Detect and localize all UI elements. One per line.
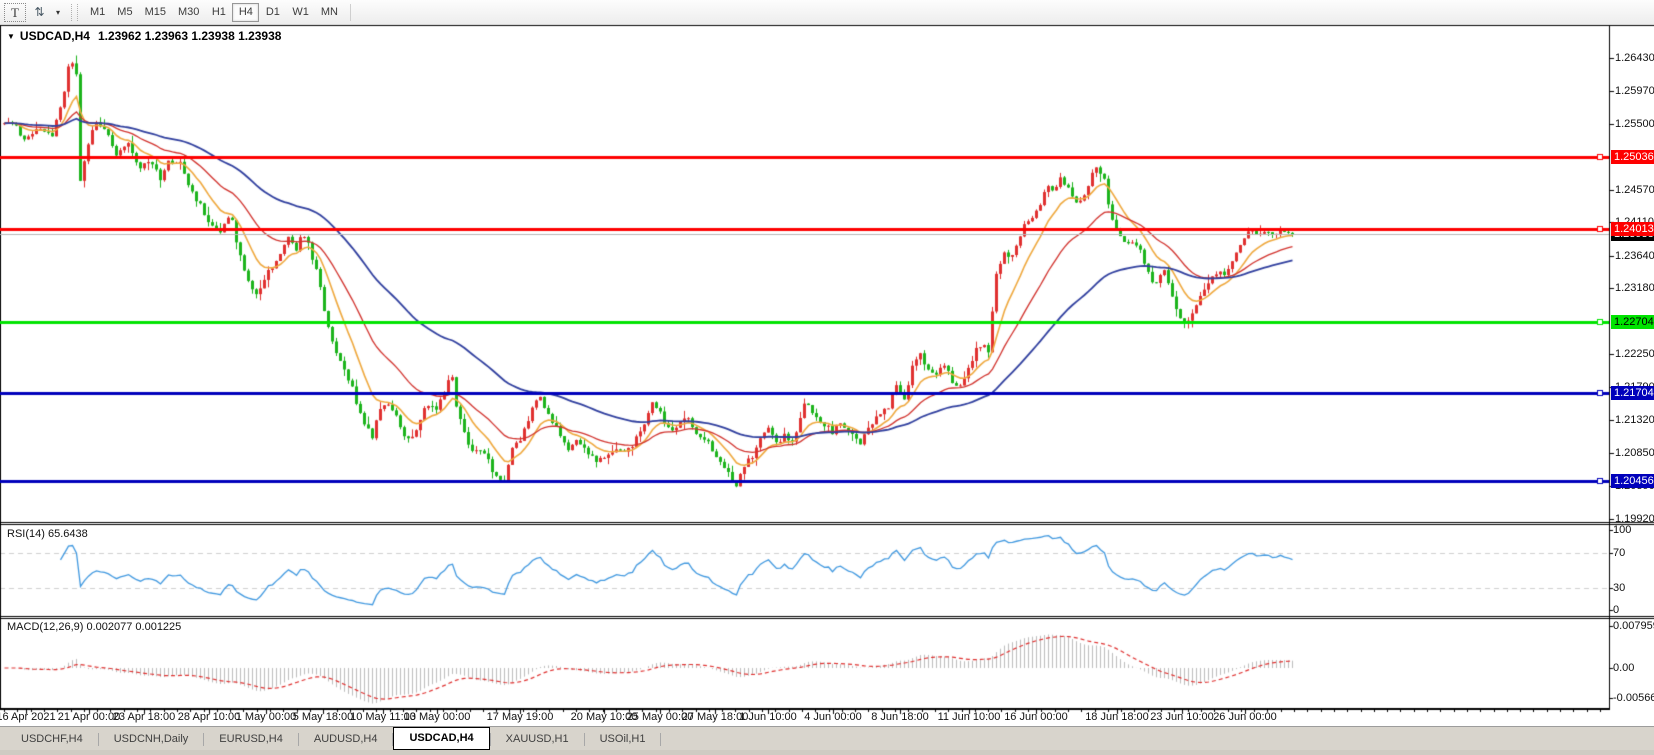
chart-title: ▼ USDCAD,H4 1.23962 1.23963 1.23938 1.2393… bbox=[7, 29, 281, 43]
price-tick-label: 1.25970 bbox=[1615, 85, 1654, 97]
hline-price-label: 1.22704 bbox=[1611, 315, 1654, 329]
price-tick-label: 1.24570 bbox=[1615, 184, 1654, 196]
rsi-tick-label: 30 bbox=[1613, 582, 1625, 594]
price-tick-label: 1.21320 bbox=[1615, 414, 1654, 426]
chart-ohlc-values: 1.23962 1.23963 1.23938 1.23938 bbox=[98, 29, 282, 43]
time-axis-label: 18 Jun 18:00 bbox=[1085, 711, 1149, 723]
tab-USDCAD-H4[interactable]: USDCAD,H4 bbox=[393, 727, 489, 750]
time-axis-label: 28 Apr 10:00 bbox=[178, 711, 240, 723]
toolbar-separator bbox=[350, 4, 351, 21]
timeframe-button-M5[interactable]: M5 bbox=[111, 3, 138, 22]
sort-arrows-icon: ⇅ bbox=[34, 5, 43, 19]
rsi-tick-label: 100 bbox=[1613, 524, 1631, 536]
price-tick-label: 1.23640 bbox=[1615, 250, 1654, 262]
macd-tick-label: 0.007959 bbox=[1613, 620, 1654, 632]
time-axis-label: 1 May 00:00 bbox=[236, 711, 297, 723]
chart-canvas[interactable] bbox=[0, 0, 1654, 755]
time-axis-label: 16 Apr 2021 bbox=[0, 711, 56, 723]
timeframe-button-MN[interactable]: MN bbox=[315, 3, 344, 22]
time-axis-label: 11 Jun 10:00 bbox=[938, 711, 1001, 723]
rsi-tick-label: 0 bbox=[1613, 604, 1619, 616]
macd-tick-label: -0.005663 bbox=[1613, 692, 1654, 704]
rsi-label: RSI(14) 65.6438 bbox=[7, 528, 88, 540]
timeframe-button-M30[interactable]: M30 bbox=[172, 3, 205, 22]
indicators-button[interactable]: ⇅ bbox=[28, 3, 50, 22]
rsi-tick-label: 70 bbox=[1613, 547, 1625, 559]
tab-AUDUSD-H4[interactable]: AUDUSD,H4 bbox=[299, 729, 393, 750]
time-axis-label: 13 May 00:00 bbox=[404, 711, 471, 723]
top-toolbar: T ⇅ ▾ M1M5M15M30H1H4D1W1MN bbox=[0, 0, 1654, 25]
tab-USDCHF-H4[interactable]: USDCHF,H4 bbox=[6, 729, 98, 750]
price-tick-label: 1.23180 bbox=[1615, 282, 1654, 294]
tab-bar: USDCHF,H4USDCNH,DailyEURUSD,H4AUDUSD,H4U… bbox=[0, 726, 1654, 750]
time-axis-label: 5 May 18:00 bbox=[293, 711, 354, 723]
collapse-triangle-icon[interactable]: ▼ bbox=[7, 32, 15, 41]
macd-label: MACD(12,26,9) 0.002077 0.001225 bbox=[7, 621, 181, 633]
price-tick-label: 1.26430 bbox=[1615, 52, 1654, 64]
timeframe-button-M15[interactable]: M15 bbox=[139, 3, 172, 22]
time-axis-label: 16 Jun 00:00 bbox=[1004, 711, 1068, 723]
time-axis-label: 26 Jun 00:00 bbox=[1213, 711, 1277, 723]
tab-USDCNH-Daily[interactable]: USDCNH,Daily bbox=[99, 729, 204, 750]
tab-XAUUSD-H1[interactable]: XAUUSD,H1 bbox=[491, 729, 584, 750]
status-strip bbox=[0, 750, 1654, 755]
timeframe-button-H4[interactable]: H4 bbox=[232, 3, 259, 22]
time-axis-label: 17 May 19:00 bbox=[487, 711, 554, 723]
hline-price-label: 1.24013 bbox=[1611, 222, 1654, 236]
time-axis-label: 8 Jun 18:00 bbox=[871, 711, 929, 723]
hline-price-label: 1.20456 bbox=[1611, 474, 1654, 488]
timeframe-toolbar: M1M5M15M30H1H4D1W1MN bbox=[84, 3, 344, 22]
text-tool-button[interactable]: T bbox=[4, 3, 26, 22]
time-axis-label: 21 Apr 00:00 bbox=[58, 711, 120, 723]
time-axis-label: 4 Jun 00:00 bbox=[804, 711, 862, 723]
timeframe-button-W1[interactable]: W1 bbox=[286, 3, 315, 22]
timeframe-button-M1[interactable]: M1 bbox=[84, 3, 111, 22]
timeframe-button-H1[interactable]: H1 bbox=[205, 3, 232, 22]
time-axis-label: 23 Apr 18:00 bbox=[113, 711, 175, 723]
chart-symbol: USDCAD,H4 bbox=[20, 29, 90, 43]
hline-price-label: 1.25036 bbox=[1611, 150, 1654, 164]
tool-dropdown-caret-icon[interactable]: ▾ bbox=[52, 3, 64, 22]
timeframe-button-D1[interactable]: D1 bbox=[259, 3, 286, 22]
tab-USOil-H1[interactable]: USOil,H1 bbox=[585, 729, 661, 750]
time-axis-label: 23 Jun 10:00 bbox=[1150, 711, 1214, 723]
price-tick-label: 1.20850 bbox=[1615, 447, 1654, 459]
time-axis-label: 1 Jun 10:00 bbox=[739, 711, 797, 723]
tab-separator bbox=[660, 733, 661, 746]
hline-price-label: 1.21704 bbox=[1611, 386, 1654, 400]
price-tick-label: 1.25500 bbox=[1615, 118, 1654, 130]
toolbar-grip bbox=[71, 4, 78, 21]
tab-EURUSD-H4[interactable]: EURUSD,H4 bbox=[204, 729, 298, 750]
macd-tick-label: 0.00 bbox=[1613, 662, 1634, 674]
price-tick-label: 1.22250 bbox=[1615, 348, 1654, 360]
